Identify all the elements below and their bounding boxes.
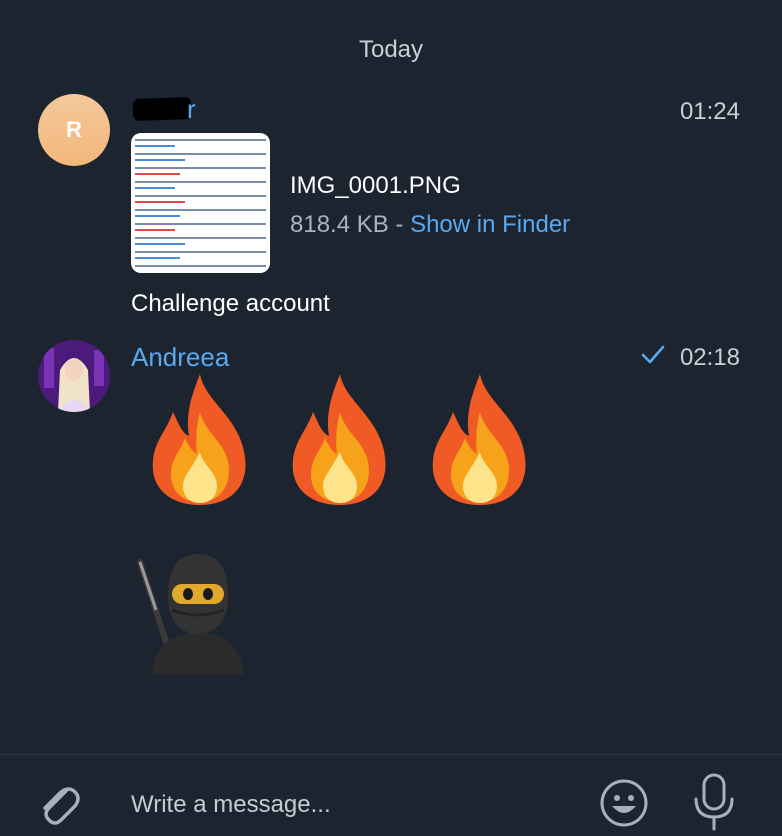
fire-icon[interactable] xyxy=(425,372,535,507)
sender-name[interactable]: Andreea xyxy=(131,342,229,373)
file-name: IMG_0001.PNG xyxy=(290,172,461,199)
show-in-finder-link[interactable]: Show in Finder xyxy=(410,211,570,238)
redaction-mark xyxy=(132,96,192,122)
avatar-initial: R xyxy=(66,117,82,142)
message-text: Challenge account xyxy=(131,290,330,317)
voice-record-button[interactable] xyxy=(690,772,738,832)
message-time: 01:24 xyxy=(679,98,740,125)
file-meta: 818.4 KB - Show in Finder xyxy=(290,211,570,239)
emoji-button[interactable] xyxy=(597,776,651,830)
sender-name[interactable]: r xyxy=(131,94,201,124)
file-meta-separator: - xyxy=(388,211,411,238)
file-size: 818.4 KB xyxy=(290,211,389,238)
attach-button[interactable] xyxy=(30,775,86,831)
paperclip-icon xyxy=(43,787,80,825)
message-time: 02:18 xyxy=(679,344,740,371)
message-input[interactable] xyxy=(131,788,571,822)
ninja-icon[interactable] xyxy=(132,550,264,674)
check-icon xyxy=(641,345,665,364)
smiley-icon xyxy=(600,779,648,827)
sender-name-suffix: r xyxy=(187,94,196,124)
profile-photo xyxy=(38,340,110,412)
fire-icon[interactable] xyxy=(145,372,255,507)
date-separator: Today xyxy=(358,36,424,63)
image-thumbnail[interactable] xyxy=(131,133,270,273)
avatar-andreea[interactable] xyxy=(38,340,110,412)
microphone-icon xyxy=(694,773,734,831)
fire-icon[interactable] xyxy=(285,372,395,507)
avatar[interactable]: R xyxy=(38,94,110,166)
